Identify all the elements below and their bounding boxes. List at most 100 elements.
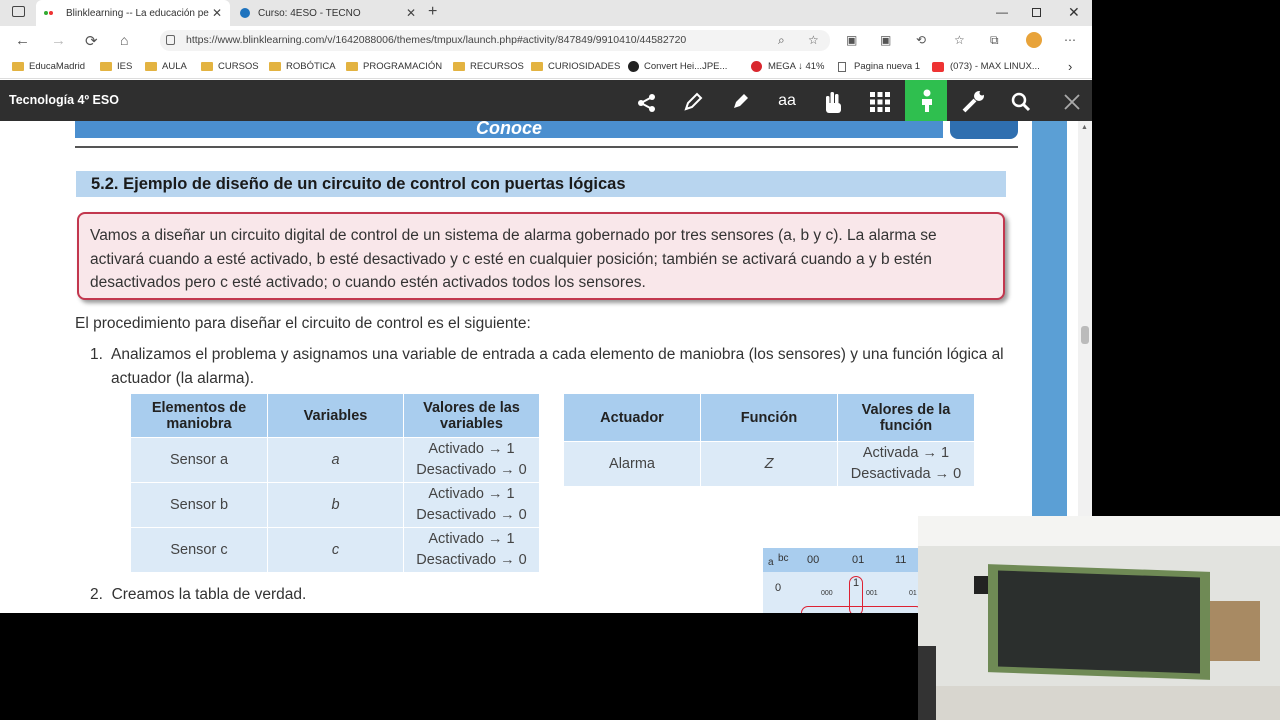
bookmark-cursos[interactable]: CURSOS	[201, 54, 259, 79]
bookmark-aula[interactable]: AULA	[145, 54, 187, 79]
tab-title: Blinklearning -- La educación pe	[66, 7, 209, 19]
scroll-up-icon[interactable]: ▲	[1081, 124, 1088, 131]
extension-icon[interactable]: ▣	[880, 33, 891, 47]
column-header: Valores de las variables	[403, 393, 540, 438]
bookmark-educamadrid[interactable]: EducaMadrid	[12, 54, 85, 79]
bookmark-label: CURIOSIDADES	[548, 61, 621, 72]
bookmark-curiosidades[interactable]: CURIOSIDADES	[531, 54, 620, 79]
bookmark-mega[interactable]: MEGA ↓ 41%	[751, 54, 825, 79]
scrollbar-thumb[interactable]	[1081, 326, 1089, 344]
value-line: Activado → 1	[428, 441, 515, 457]
step-1: 1. Analizamos el problema y asignamos un…	[90, 343, 1010, 390]
blackboard	[998, 570, 1200, 674]
favorites-icon[interactable]: ☆	[954, 33, 965, 47]
karnaugh-map: a bc 00 01 11 0 000 1 001 01	[763, 548, 919, 613]
bookmark-convert-heic[interactable]: Convert Hei...JPE...	[628, 54, 727, 79]
bookmark-ies[interactable]: IES	[100, 54, 132, 79]
box-line: activará cuando a esté activado, b esté …	[90, 250, 932, 268]
favorite-star-icon[interactable]: ☆	[808, 33, 819, 47]
kmap-col-header: 01	[852, 554, 865, 566]
value-line: Desactivado → 0	[416, 552, 527, 568]
bookmark-recursos[interactable]: RECURSOS	[453, 54, 524, 79]
speaker	[974, 576, 988, 594]
text-size-icon[interactable]: aa	[774, 88, 800, 114]
procedure-intro: El procedimiento para diseñar el circuit…	[75, 315, 531, 332]
column-header: Función	[700, 393, 838, 442]
table-cell: c	[267, 527, 404, 573]
bookmark-label: RECURSOS	[470, 61, 524, 72]
more-menu-icon[interactable]: ⋯	[1064, 33, 1076, 47]
bookmark-pagina-nueva[interactable]: Pagina nueva 1	[838, 54, 920, 79]
tab-blinklearning[interactable]: Blinklearning -- La educación pe ✕	[36, 0, 230, 26]
divider	[75, 146, 1018, 148]
box-line: desactivados pero c esté activado; o cua…	[90, 274, 646, 291]
sync-icon[interactable]: ⟲	[916, 33, 926, 47]
table-cell: Sensor a	[130, 437, 268, 483]
corkboard	[1210, 601, 1260, 661]
url-text: https://www.blinklearning.com/v/16420880…	[186, 34, 687, 46]
table-cell: Activado → 1 Desactivado → 0	[403, 527, 540, 573]
tab-title: Curso: 4ESO - TECNO	[258, 7, 361, 19]
search-icon[interactable]	[1011, 92, 1031, 112]
page-icon	[838, 61, 846, 72]
bookmark-label: Convert Hei...JPE...	[644, 61, 728, 72]
floor	[918, 686, 1280, 720]
bookmark-robotica[interactable]: ROBÓTICA	[269, 54, 336, 79]
restore-icon[interactable]	[1032, 8, 1041, 17]
bookmark-programacion[interactable]: PROGRAMACIÓN	[346, 54, 442, 79]
close-tab-icon[interactable]: ✕	[406, 6, 416, 20]
conoce-banner: Conoce	[75, 121, 943, 138]
value-line: Activado → 1	[428, 531, 515, 547]
kmap-col-header: 00	[807, 554, 820, 566]
column-header: Variables	[267, 393, 404, 438]
blinklearning-favicon-icon	[44, 8, 58, 18]
person-silhouette	[918, 646, 936, 720]
bookmarks-overflow-icon[interactable]: ›	[1068, 54, 1072, 79]
box-line: Vamos a diseñar un circuito digital de c…	[90, 227, 937, 244]
url-field[interactable]: https://www.blinklearning.com/v/16420880…	[160, 30, 830, 51]
apps-grid-icon[interactable]	[870, 92, 890, 112]
profile-icon[interactable]	[1026, 32, 1042, 48]
home-icon[interactable]: ⌂	[120, 32, 128, 48]
marker-icon[interactable]	[730, 92, 750, 112]
close-window-icon[interactable]: ✕	[1068, 4, 1080, 21]
new-tab-icon[interactable]: +	[428, 3, 437, 21]
app-title: Tecnología 4º ESO	[9, 93, 119, 107]
bookmark-label: EducaMadrid	[29, 61, 85, 72]
share-icon[interactable]	[637, 93, 657, 113]
banner-tab	[950, 121, 1018, 139]
bookmark-label: IES	[117, 61, 133, 72]
problem-statement-box: Vamos a diseñar un circuito digital de c…	[77, 212, 1005, 300]
bookmark-max-linux[interactable]: (073) - MAX LINUX...	[932, 54, 1040, 79]
step-2: 2. Creamos la tabla de verdad.	[90, 586, 306, 604]
webcam-overlay	[918, 516, 1280, 720]
value-line: Activado → 1	[428, 486, 515, 502]
hand-icon[interactable]	[823, 90, 845, 114]
moodle-favicon-icon	[240, 8, 250, 18]
table-cell: a	[267, 437, 404, 483]
close-tab-icon[interactable]: ✕	[212, 6, 222, 20]
tab-curso[interactable]: Curso: 4ESO - TECNO ✕	[232, 0, 424, 26]
step-number: 2.	[90, 586, 103, 603]
table-cell: Sensor b	[130, 482, 268, 528]
reload-icon[interactable]: ⟳	[85, 32, 98, 50]
folder-icon	[269, 62, 281, 71]
column-header: Actuador	[563, 393, 701, 442]
close-icon[interactable]	[1063, 93, 1081, 111]
table-row: Sensor c c Activado → 1 Desactivado → 0	[130, 527, 540, 573]
back-icon[interactable]: ←	[15, 32, 30, 49]
kmap-minterm: 000	[821, 590, 833, 597]
collections-icon[interactable]: ⧉	[990, 33, 999, 48]
table-cell: Activado → 1 Desactivado → 0	[403, 482, 540, 528]
step-text: Analizamos el problema y asignamos una v…	[111, 346, 1004, 387]
person-icon[interactable]	[917, 89, 937, 113]
minimize-icon[interactable]: —	[996, 5, 1008, 19]
pencil-icon[interactable]	[683, 92, 703, 112]
tab-actions-icon[interactable]	[12, 6, 25, 17]
extension-icon[interactable]: ▣	[846, 33, 857, 47]
youtube-favicon-icon	[932, 61, 944, 72]
forward-icon[interactable]: →	[51, 32, 66, 49]
folder-icon	[201, 62, 213, 71]
wrench-icon[interactable]	[961, 90, 987, 114]
zoom-icon[interactable]: ⌕	[778, 33, 785, 48]
